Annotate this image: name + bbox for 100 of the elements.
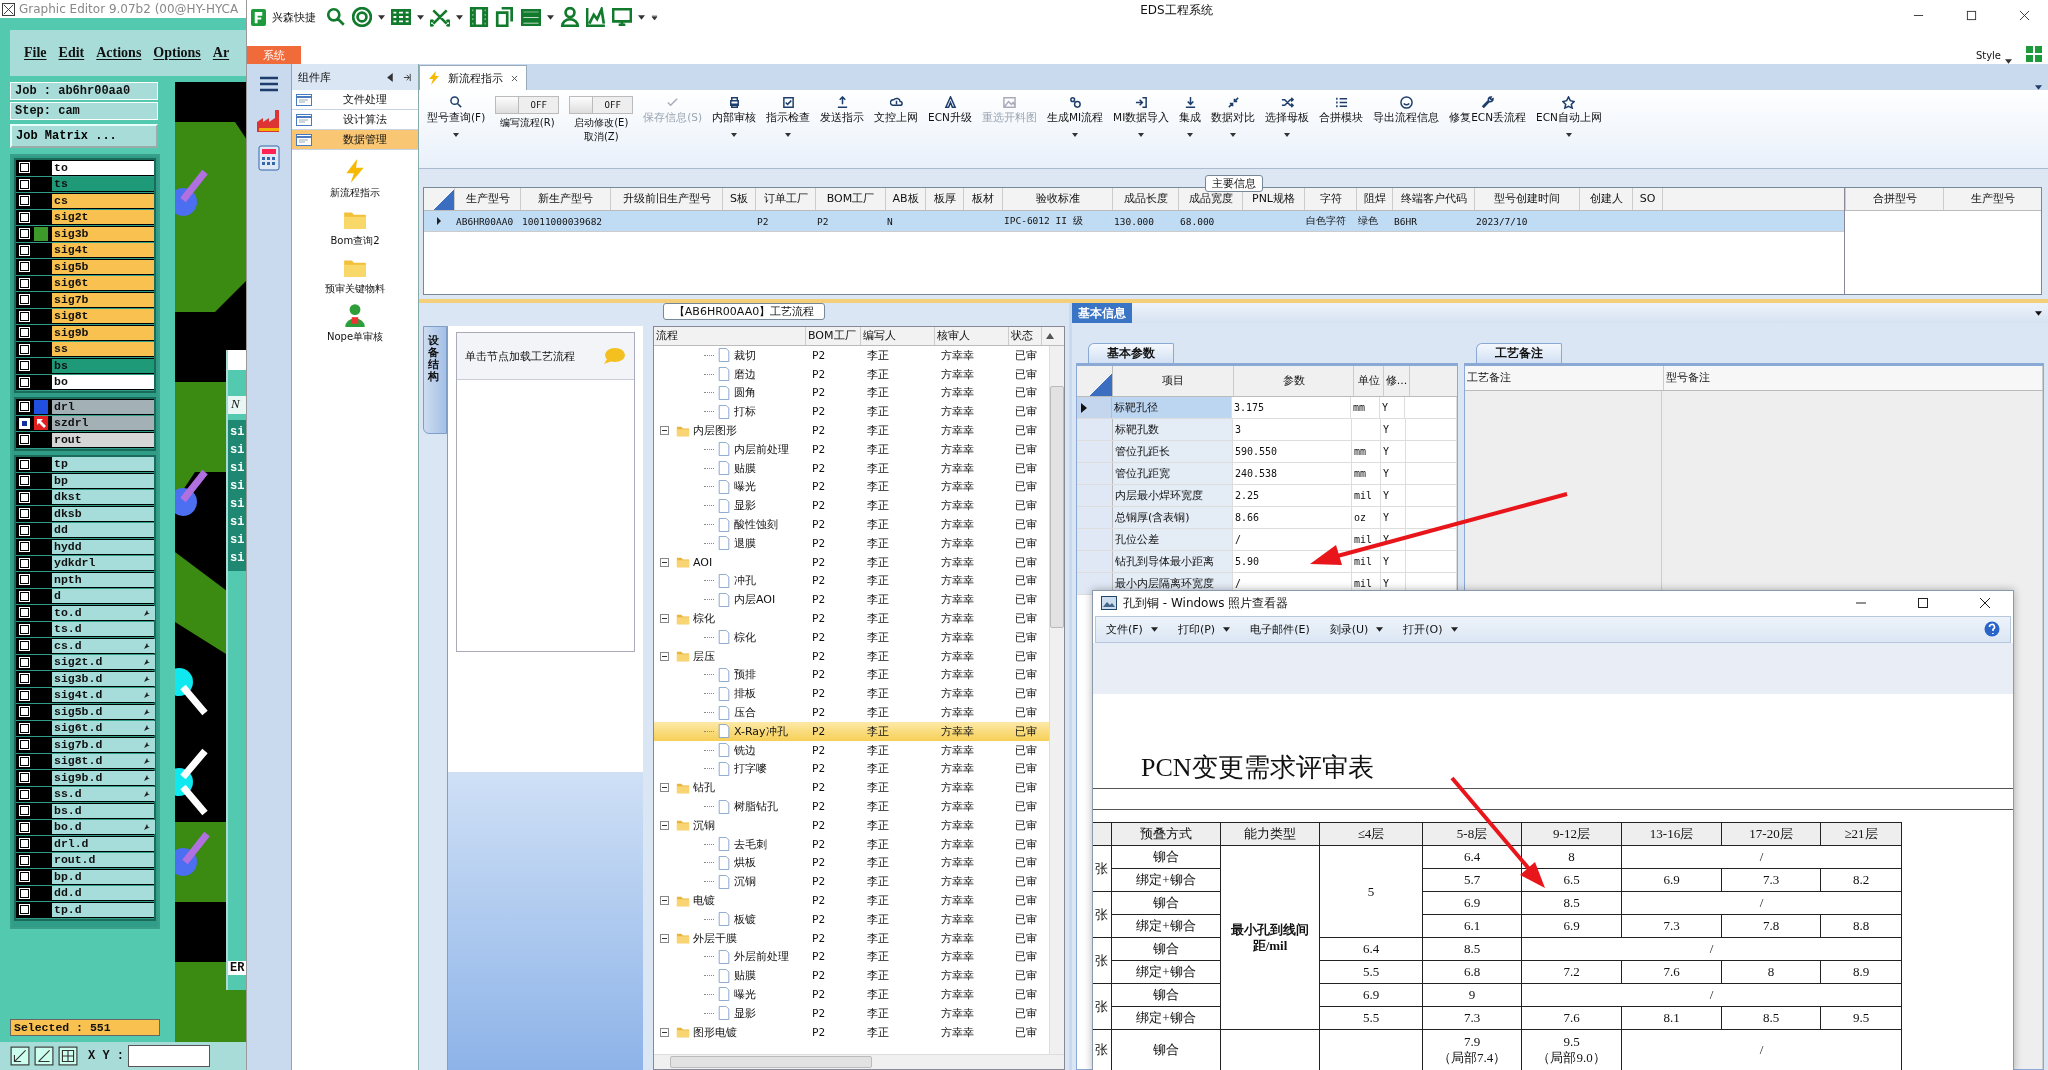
column-header[interactable]: 单位 (1354, 366, 1384, 396)
layer-name[interactable]: sig7b.d (52, 737, 155, 752)
tree-row[interactable]: 预排 P2 李正 方幸幸 已审 (654, 665, 1049, 685)
column-header[interactable]: 新生产型号 (520, 188, 610, 210)
checkbox[interactable] (20, 690, 29, 700)
layer-name[interactable]: tp (52, 457, 154, 472)
checkbox[interactable] (20, 344, 29, 354)
layer-name[interactable]: sig4t (52, 243, 154, 258)
search-icon[interactable] (326, 7, 346, 27)
scroll-up-icon[interactable] (1046, 333, 1054, 339)
tree-row[interactable]: 铣边 P2 李正 方幸幸 已审 (654, 740, 1049, 760)
layer-name[interactable]: ss (52, 342, 154, 357)
checkbox[interactable] (20, 459, 29, 469)
dialog-list-item[interactable]: si (230, 514, 246, 531)
checkbox[interactable] (20, 212, 29, 222)
dialog-list-item[interactable]: si (230, 424, 246, 441)
tree-row[interactable]: 棕化 P2 李正 方幸幸 已审 (654, 627, 1049, 647)
tree-row[interactable]: 冲孔 P2 李正 方幸幸 已审 (654, 571, 1049, 591)
close-icon[interactable] (1979, 597, 1991, 610)
checkbox[interactable] (20, 608, 29, 618)
layer-name[interactable]: sig9b.d (52, 770, 155, 785)
maximize-icon[interactable] (1917, 597, 1929, 610)
layer-name[interactable]: cs.d (52, 638, 155, 653)
checkbox[interactable] (20, 229, 29, 239)
category-item[interactable]: 数据管理 (292, 130, 418, 150)
checkbox[interactable] (20, 707, 29, 717)
layer-name[interactable]: sig6t.d (52, 721, 155, 736)
layer-name[interactable]: tp.d (52, 902, 154, 917)
caret-icon[interactable] (417, 14, 424, 20)
tree-row[interactable]: 板镀 P2 李正 方幸幸 已审 (654, 909, 1049, 929)
checkbox[interactable] (20, 806, 29, 816)
column-header[interactable]: 型号备注 (1664, 366, 2043, 390)
calculator-icon[interactable] (255, 144, 283, 172)
column-header[interactable]: 成品长度 (1112, 188, 1178, 210)
menu-item[interactable]: 打印(P) (1177, 621, 1231, 637)
column-header[interactable]: 成品宽度 (1178, 188, 1242, 210)
checkbox[interactable] (20, 196, 29, 206)
row-header-cell[interactable] (1077, 441, 1113, 462)
tree-row[interactable]: 贴膜 P2 李正 方幸幸 已审 (654, 966, 1049, 986)
checkbox[interactable] (20, 402, 29, 412)
table-row[interactable]: AB6HR00AA0 10011000039682 P2 P2 N IPC-6012 II 级 130.000 68.000 白色字符 绿色 B6HR 2023/7/10 (424, 211, 1844, 232)
layer-name[interactable]: hydd (52, 539, 154, 554)
column-header[interactable]: BOM工厂 (815, 188, 885, 210)
column-header[interactable]: 板材 (963, 188, 1002, 210)
column-header[interactable]: 生产型号 (454, 188, 520, 210)
menu-item[interactable]: 打开(O) (1403, 621, 1458, 637)
tool-icon[interactable] (10, 1046, 30, 1066)
toolbar-button[interactable]: 集成 (1177, 94, 1204, 139)
tree-row[interactable]: 贴膜 P2 李正 方幸幸 已审 (654, 458, 1049, 478)
row-header-cell[interactable] (1077, 463, 1113, 484)
menu-item[interactable]: 文件(F) (1106, 621, 1158, 637)
tree-row[interactable]: 排板 P2 李正 方幸幸 已审 (654, 684, 1049, 704)
checkbox[interactable] (20, 278, 29, 288)
tree-row[interactable]: 树脂钻孔 P2 李正 方幸幸 已审 (654, 797, 1049, 816)
layer-name[interactable]: dkst (52, 490, 154, 505)
column-header[interactable]: BOM工厂 (806, 327, 861, 345)
toolbar-button[interactable]: 导出流程信息 (1371, 94, 1442, 127)
person-icon[interactable] (560, 7, 580, 27)
checkbox[interactable] (20, 789, 29, 799)
checkbox[interactable] (20, 657, 29, 667)
tree-row[interactable]: 外层前处理 P2 李正 方幸幸 已审 (654, 947, 1049, 967)
checkbox[interactable] (20, 905, 29, 915)
tree-row[interactable]: 打标 P2 李正 方幸幸 已审 (654, 402, 1049, 422)
column-header[interactable]: 字符 (1304, 188, 1356, 210)
toolbar-button[interactable]: 数据对比 (1209, 94, 1258, 139)
list-icon[interactable] (521, 7, 541, 27)
column-header[interactable]: 订单工厂 (755, 188, 815, 210)
customize-icon[interactable] (651, 14, 658, 20)
dialog-list-item[interactable]: si (230, 532, 246, 549)
monitor-icon[interactable] (612, 7, 632, 27)
toggle-switch[interactable]: OFF (569, 96, 634, 114)
checkbox[interactable] (20, 740, 29, 750)
collapse-icon[interactable] (660, 820, 669, 830)
column-header[interactable]: S板 (722, 188, 755, 210)
coordinates-field[interactable] (128, 1045, 210, 1067)
toolbar-button[interactable]: 合拼模块 (1317, 94, 1366, 127)
tree-row[interactable]: 内层图形 P2 李正 方幸幸 已审 (654, 421, 1049, 440)
toolbar-button[interactable]: 修复ECN丢流程 (1447, 94, 1529, 127)
layer-name[interactable]: d (52, 589, 154, 604)
dialog-list-item[interactable]: si (230, 496, 246, 513)
toggle-switch[interactable]: OFF (495, 96, 560, 114)
collapse-icon[interactable] (660, 557, 669, 567)
gear-icon[interactable] (352, 7, 372, 27)
checkbox[interactable] (20, 822, 29, 832)
checkbox[interactable] (20, 311, 29, 321)
checkbox[interactable] (20, 641, 29, 651)
column-header[interactable]: 终端客户代码 (1392, 188, 1474, 210)
layer-name[interactable]: bs (52, 358, 154, 373)
layer-name[interactable]: dd (52, 523, 154, 538)
layer-name[interactable]: sig6t (52, 276, 154, 291)
caret-icon[interactable] (2035, 310, 2042, 316)
tree-row[interactable]: 压合 P2 李正 方幸幸 已审 (654, 703, 1049, 722)
collapse-icon[interactable] (660, 896, 669, 905)
collapse-icon[interactable] (660, 933, 669, 943)
checkbox[interactable] (20, 525, 29, 535)
tool-icon[interactable] (34, 1046, 54, 1066)
column-header[interactable]: 阻焊 (1356, 188, 1392, 210)
dialog-field[interactable]: N (228, 396, 246, 414)
column-header[interactable]: 参数 (1234, 366, 1354, 396)
collapse-icon[interactable] (660, 651, 669, 661)
